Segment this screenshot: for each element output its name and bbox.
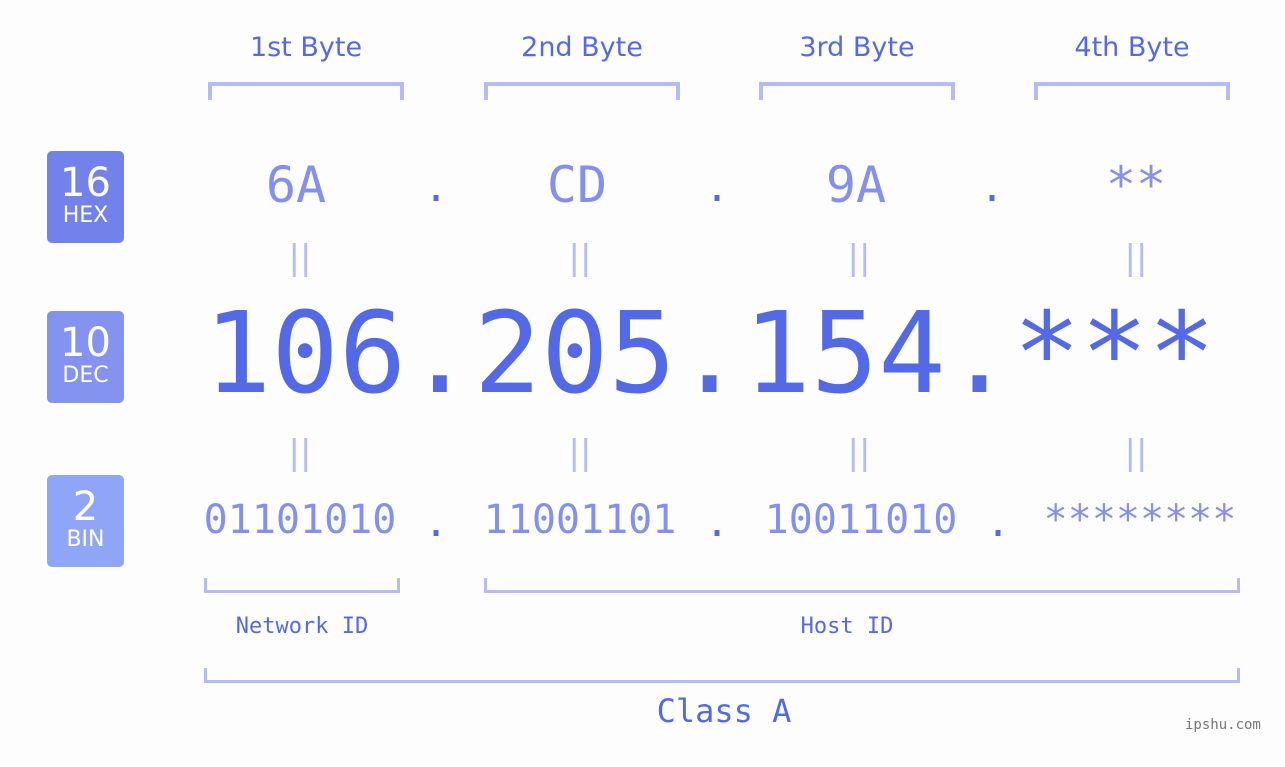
hex-separator: . — [979, 165, 1005, 211]
network-id-bracket — [204, 578, 400, 593]
bin-badge-base: 2 — [72, 484, 99, 530]
byte-bracket-1 — [208, 82, 404, 100]
dec-badge-base: 10 — [60, 320, 111, 366]
equals-sign: || — [288, 433, 312, 473]
byte-header-3: 3rd Byte — [799, 32, 915, 63]
network-id-label: Network ID — [235, 614, 369, 639]
dec-badge-label: DEC — [62, 363, 109, 388]
equals-sign: || — [1124, 433, 1148, 473]
class-bracket — [204, 668, 1240, 683]
host-id-bracket — [484, 578, 1240, 593]
bin-separator: . — [985, 500, 1011, 546]
hex-separator: . — [704, 165, 730, 211]
bin-byte-4: ******** — [1043, 497, 1237, 543]
byte-header-1: 1st Byte — [249, 32, 363, 63]
equals-sign: || — [568, 433, 592, 473]
byte-bracket-4 — [1034, 82, 1230, 100]
class-label: Class A — [656, 692, 792, 730]
bin-byte-2: 11001101 — [483, 497, 677, 543]
byte-bracket-3 — [759, 82, 955, 100]
hex-badge: 16 HEX — [47, 151, 124, 243]
bin-byte-3: 10011010 — [764, 497, 958, 543]
dec-ip-address: 106.205.154.*** — [204, 289, 1216, 419]
hex-byte-1: 6A — [265, 156, 327, 214]
byte-header-4: 4th Byte — [1074, 32, 1190, 63]
hex-badge-base: 16 — [60, 160, 111, 206]
bin-separator: . — [423, 500, 449, 546]
hex-separator: . — [423, 165, 449, 211]
equals-sign: || — [847, 238, 871, 278]
bin-badge-label: BIN — [66, 527, 105, 552]
dec-badge: 10 DEC — [47, 311, 124, 403]
equals-sign: || — [1124, 238, 1148, 278]
equals-sign: || — [847, 433, 871, 473]
hex-badge-label: HEX — [62, 203, 109, 228]
equals-sign: || — [288, 238, 312, 278]
equals-sign: || — [568, 238, 592, 278]
bin-badge: 2 BIN — [47, 475, 124, 567]
bin-byte-1: 01101010 — [203, 497, 397, 543]
hex-byte-3: 9A — [825, 156, 887, 214]
host-id-label: Host ID — [800, 614, 894, 639]
bin-separator: . — [704, 500, 730, 546]
hex-byte-2: CD — [546, 156, 608, 214]
hex-byte-4: ** — [1105, 156, 1167, 214]
byte-header-2: 2nd Byte — [521, 32, 643, 63]
byte-bracket-2 — [484, 82, 680, 100]
brand-watermark: ipshu.com — [1185, 717, 1261, 733]
